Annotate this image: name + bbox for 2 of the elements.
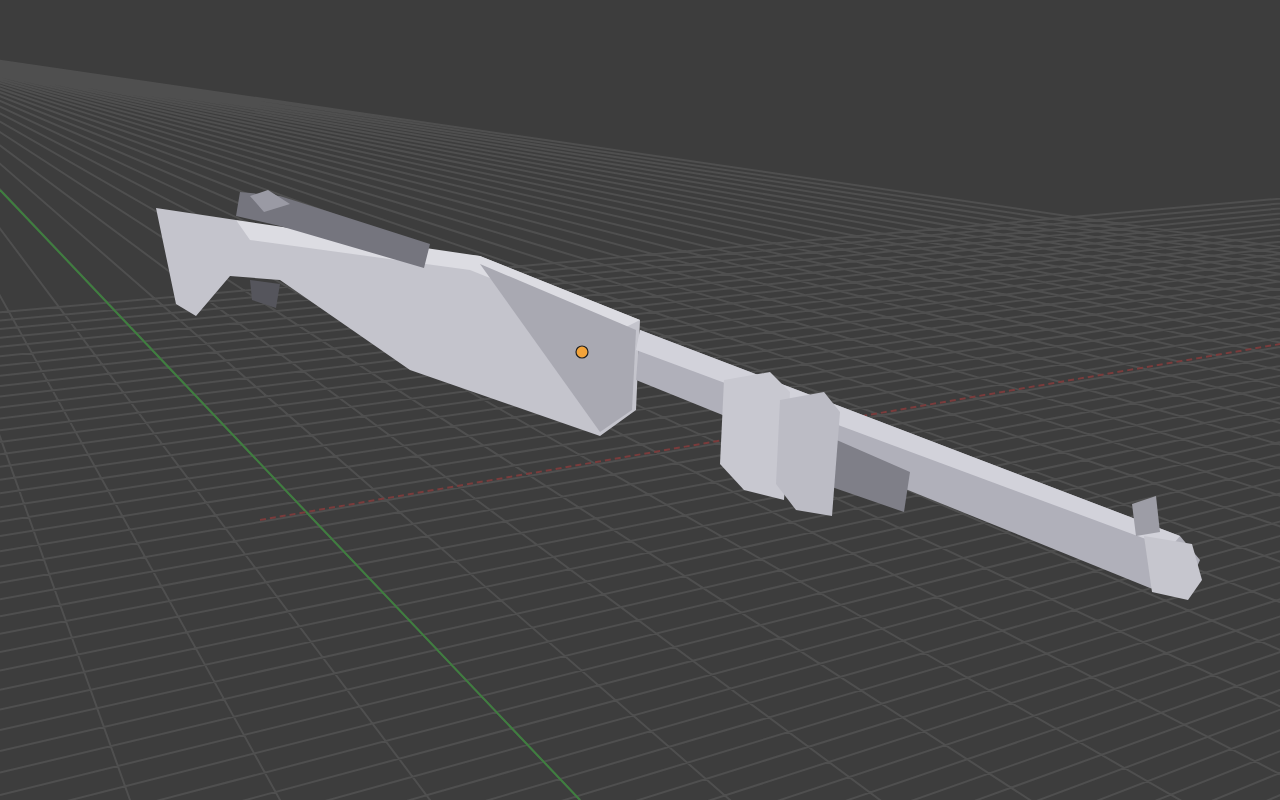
rifle-model-drawing[interactable] [156,190,1202,600]
origin-point-icon [575,345,589,359]
